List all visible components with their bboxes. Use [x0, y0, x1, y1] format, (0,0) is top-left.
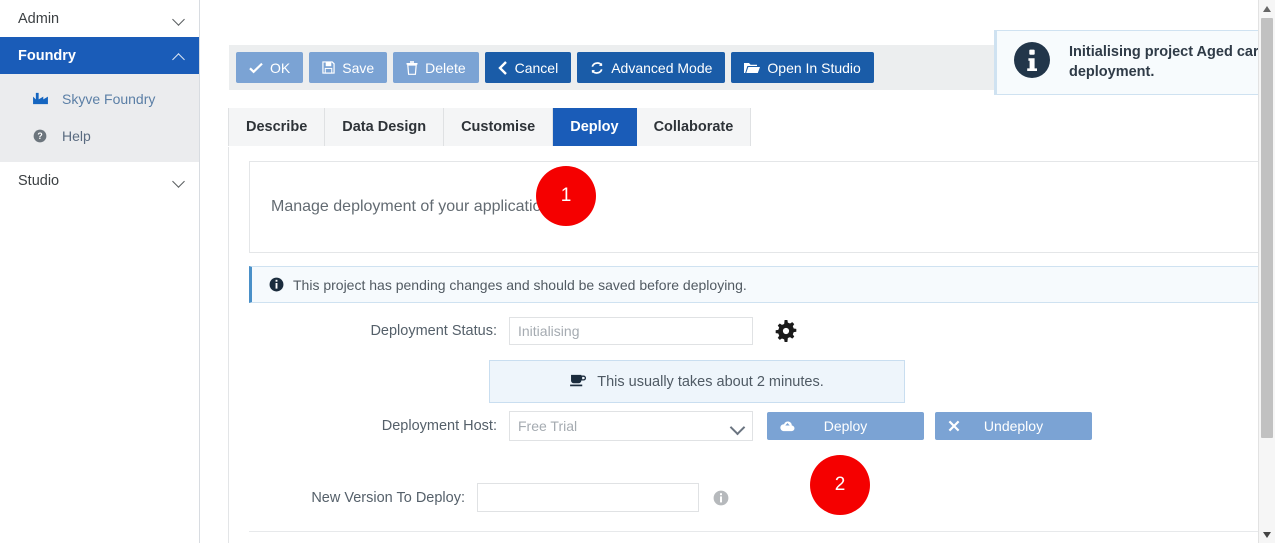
question-circle-icon: ?: [33, 129, 55, 143]
deployment-status-row: Deployment Status: Initialising: [249, 317, 1275, 345]
sidebar: Admin Foundry Skyve Foundry ? Help Studi…: [0, 0, 200, 543]
deployment-host-value: Free Trial: [518, 418, 578, 434]
annotation-marker-1: 1: [536, 166, 596, 226]
undeploy-button-label: Undeploy: [983, 418, 1044, 434]
panel-description-text: Manage deployment of your application.: [271, 198, 555, 215]
tab-collaborate[interactable]: Collaborate: [636, 108, 752, 146]
pending-changes-alert-text: This project has pending changes and sho…: [293, 276, 747, 293]
sidebar-group-studio-label: Studio: [18, 172, 60, 189]
open-in-studio-button[interactable]: Open In Studio: [731, 52, 874, 83]
save-button[interactable]: Save: [309, 52, 388, 83]
times-icon: [948, 420, 960, 432]
deploy-duration-hint-text: This usually takes about 2 minutes.: [597, 373, 824, 390]
sidebar-item-help-label: Help: [62, 127, 91, 144]
toast-notification[interactable]: Initialising project Aged care f deploym…: [994, 30, 1275, 95]
cancel-button-label: Cancel: [514, 59, 559, 76]
advanced-mode-button-label: Advanced Mode: [611, 59, 713, 76]
deployment-host-row: Deployment Host: Free Trial Deploy Undep…: [249, 411, 1275, 441]
coffee-icon: [570, 373, 587, 391]
new-version-label: New Version To Deploy:: [311, 489, 465, 506]
caret-down-icon: [1263, 531, 1271, 538]
tab-data-design-label: Data Design: [342, 119, 427, 135]
panel-divider: [249, 531, 1275, 532]
tab-customise-label: Customise: [461, 119, 536, 135]
svg-text:?: ?: [37, 131, 42, 141]
pending-changes-alert: This project has pending changes and sho…: [249, 266, 1275, 303]
chevron-left-icon: [497, 60, 508, 75]
sidebar-group-studio[interactable]: Studio: [0, 162, 199, 199]
tab-customise[interactable]: Customise: [444, 108, 554, 146]
refresh-icon: [590, 61, 604, 75]
scroll-up-button[interactable]: [1259, 0, 1275, 17]
deployment-status-label: Deployment Status:: [370, 323, 497, 339]
toast-message: Initialising project Aged care f deploym…: [1069, 44, 1275, 80]
deployment-host-label: Deployment Host:: [381, 418, 497, 434]
panel-description: Manage deployment of your application.: [249, 161, 1275, 253]
open-in-studio-button-label: Open In Studio: [767, 59, 861, 76]
tab-describe[interactable]: Describe: [228, 108, 326, 146]
deployment-status-value: Initialising: [518, 323, 580, 339]
sidebar-group-foundry[interactable]: Foundry: [0, 37, 199, 74]
ok-button-label: OK: [270, 59, 291, 76]
deploy-button[interactable]: Deploy: [767, 412, 924, 440]
sidebar-item-skyve-foundry-label: Skyve Foundry: [62, 90, 156, 107]
tab-collaborate-label: Collaborate: [653, 119, 734, 135]
tab-deploy[interactable]: Deploy: [553, 108, 637, 146]
info-circle-icon: [269, 277, 284, 292]
new-version-row: New Version To Deploy:: [249, 483, 1275, 512]
chevron-down-icon: [173, 175, 185, 187]
info-circle-icon[interactable]: [713, 490, 729, 506]
new-version-input[interactable]: [477, 483, 699, 512]
sidebar-group-foundry-label: Foundry: [18, 47, 76, 64]
vertical-scrollbar[interactable]: [1258, 0, 1275, 543]
caret-up-icon: [1263, 5, 1271, 12]
cancel-button[interactable]: Cancel: [484, 52, 572, 83]
industry-icon: [33, 92, 55, 105]
deploy-duration-hint: This usually takes about 2 minutes.: [489, 360, 905, 403]
annotation-marker-1-label: 1: [560, 185, 572, 206]
chevron-up-icon: [173, 50, 185, 62]
deploy-panel: Manage deployment of your application. T…: [228, 147, 1275, 543]
tab-describe-label: Describe: [246, 119, 308, 135]
scrollbar-thumb[interactable]: [1261, 18, 1273, 438]
annotation-marker-2: 2: [810, 455, 870, 515]
save-button-label: Save: [342, 59, 375, 76]
delete-button[interactable]: Delete: [393, 52, 479, 83]
scroll-down-button[interactable]: [1259, 526, 1275, 543]
advanced-mode-button[interactable]: Advanced Mode: [577, 52, 726, 83]
trash-icon: [406, 60, 418, 75]
info-circle-icon: [1013, 41, 1051, 84]
deployment-host-select[interactable]: Free Trial: [509, 411, 753, 441]
sidebar-foundry-submenu: Skyve Foundry ? Help: [0, 74, 199, 162]
sidebar-group-admin-label: Admin: [18, 10, 60, 27]
content-area: OK Save Delete Cancel Advanced Mode Open…: [201, 0, 1275, 543]
chevron-down-icon: [173, 13, 185, 25]
check-icon: [249, 62, 263, 74]
sidebar-item-help[interactable]: ? Help: [0, 117, 199, 154]
undeploy-button[interactable]: Undeploy: [935, 412, 1092, 440]
sidebar-group-admin[interactable]: Admin: [0, 0, 199, 37]
tab-data-design[interactable]: Data Design: [325, 108, 445, 146]
annotation-marker-2-label: 2: [834, 474, 846, 495]
cloud-upload-icon: [780, 420, 795, 432]
ok-button[interactable]: OK: [236, 52, 304, 83]
deploy-button-label: Deploy: [823, 418, 868, 434]
tab-bar: Describe Data Design Customise Deploy Co…: [228, 108, 752, 146]
gear-icon[interactable]: [775, 320, 797, 342]
chevron-down-icon: [731, 420, 744, 433]
tab-deploy-label: Deploy: [570, 119, 619, 135]
floppy-disk-icon: [322, 61, 335, 74]
sidebar-item-skyve-foundry[interactable]: Skyve Foundry: [0, 80, 199, 117]
delete-button-label: Delete: [425, 59, 466, 76]
app-window: Admin Foundry Skyve Foundry ? Help Studi…: [0, 0, 1275, 543]
folder-open-icon: [744, 61, 761, 74]
deployment-status-input[interactable]: Initialising: [509, 317, 753, 345]
